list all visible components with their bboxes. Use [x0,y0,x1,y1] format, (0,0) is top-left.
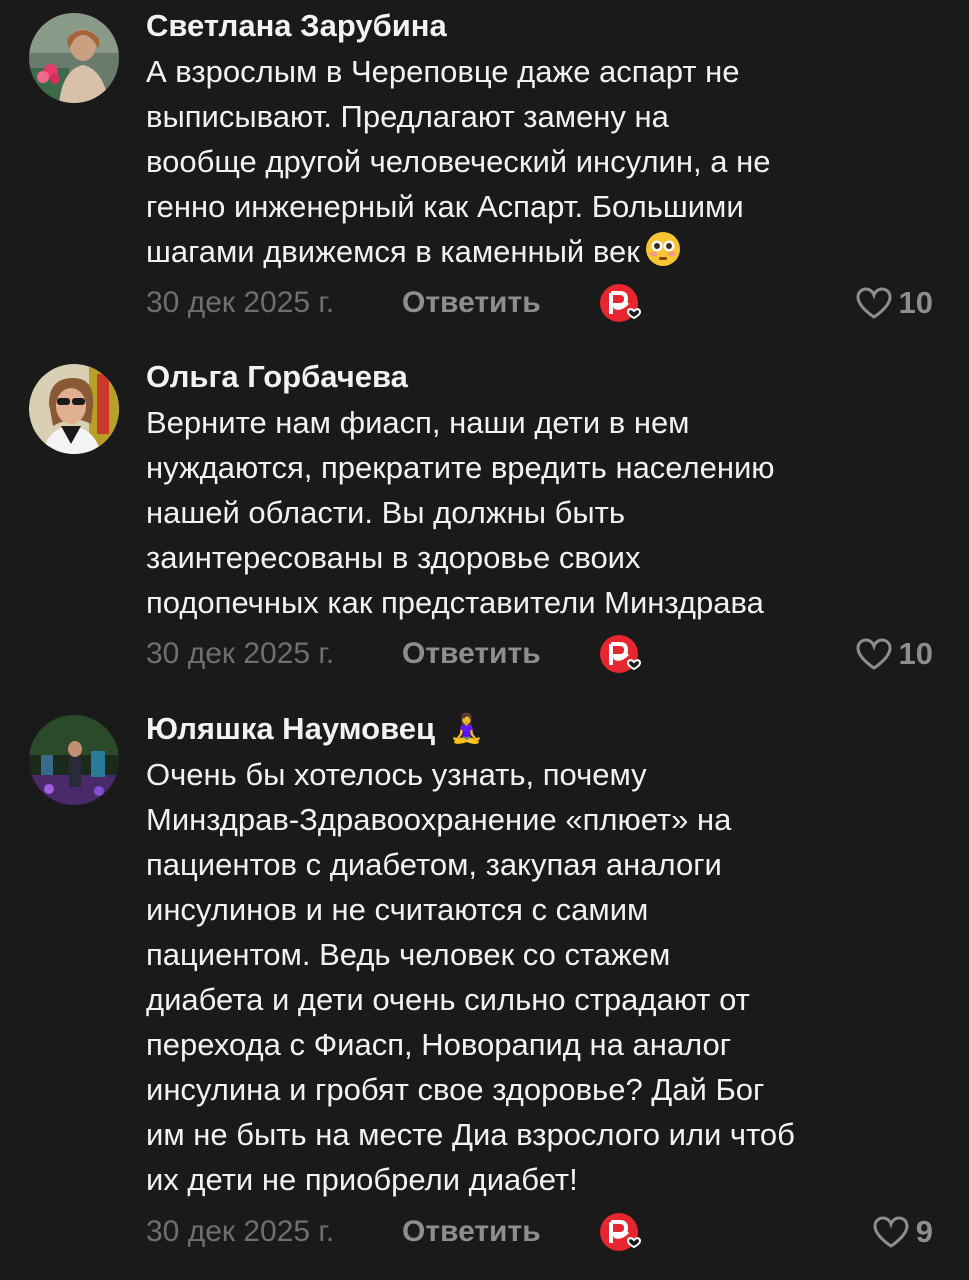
reply-button[interactable]: Ответить [402,637,598,671]
reply-button[interactable]: Ответить [402,1215,598,1249]
comment-text-line: подопечных как представители Минздрава [146,585,764,620]
add-reaction-icon [600,1213,642,1251]
reply-button[interactable]: Ответить [402,286,598,320]
comment-meta: 30 дек 2025 г. Ответить 10 [146,632,933,676]
comment-date: 30 дек 2025 г. [146,286,335,319]
comment-text-line: выписывают. Предлагают замену на [146,99,669,134]
avatar[interactable] [29,715,119,805]
avatar-image [29,13,119,103]
comment-text-line: генно инженерный как Аспарт. Большими [146,189,744,224]
comment-text-line: им не быть на месте Диа взрослого или чт… [146,1117,795,1152]
comment-text-line: инсулина и гробят свое здоровье? Дай Бог [146,1072,765,1107]
comment-text-line: нашей области. Вы должны быть [146,495,626,530]
comment-text-line: вообще другой человеческий инсулин, а не [146,144,771,179]
add-reaction-icon [600,635,642,673]
comment-author[interactable]: Светлана Зарубина [146,6,933,46]
comment-text-line: пациентов с диабетом, закупая аналоги [146,847,722,882]
avatar[interactable] [29,13,119,103]
author-name[interactable]: Светлана Зарубина [146,6,447,46]
comment-text: Верните нам фиасп, наши дети в нем нужда… [146,400,933,625]
comment-text: Очень бы хотелось узнать, почему Минздра… [146,752,933,1202]
like-button[interactable]: 10 [855,632,933,676]
comment-text-line: пациентом. Ведь человек со стажем [146,937,671,972]
comment-meta: 30 дек 2025 г. Ответить 9 [146,1210,933,1254]
comment-author[interactable]: Юляшка Наумовец 🧘‍♀️ [146,709,933,749]
comment-text-line: шагами движемся в каменный век [146,234,640,269]
heart-outline-icon [873,1216,909,1248]
comment-text-line: А взрослым в Череповце даже аспарт не [146,54,740,89]
comment-text-line: Минздрав-Здравоохранение «плюет» на [146,802,732,837]
comment-meta: 30 дек 2025 г. Ответить 10 [146,281,933,325]
comment-text-line: их дети не приобрели диабет! [146,1162,578,1197]
comment-date: 30 дек 2025 г. [146,1215,335,1248]
like-button[interactable]: 10 [855,281,933,325]
comment-text-line: диабета и дети очень сильно страдают от [146,982,750,1017]
like-count: 10 [898,285,933,320]
author-name[interactable]: Юляшка Наумовец [146,709,435,749]
avatar-image [29,715,119,805]
flushed-face-emoji-icon [644,230,682,268]
add-reaction-button[interactable] [598,281,654,325]
comment-text-line: перехода с Фиасп, Новорапид на аналог [146,1027,732,1062]
comment-text-line: заинтересованы в здоровье своих [146,540,641,575]
comment-text: А взрослым в Череповце даже аспарт не вы… [146,49,933,274]
like-button[interactable]: 9 [872,1210,933,1254]
add-reaction-icon [600,284,642,322]
comment-text-line: Верните нам фиасп, наши дети в нем [146,405,690,440]
add-reaction-button[interactable] [598,632,654,676]
comment-text-line: Очень бы хотелось узнать, почему [146,757,647,792]
avatar[interactable] [29,364,119,454]
person-in-lotus-position-emoji: 🧘‍♀️ [449,713,484,744]
comment-text-line: инсулинов и не считаются с самим [146,892,649,927]
like-count: 10 [898,636,933,671]
avatar-image [29,364,119,454]
comment-author[interactable]: Ольга Горбачева [146,357,933,397]
add-reaction-button[interactable] [598,1210,654,1254]
comment-text-line: нуждаются, прекратите вредить населению [146,450,775,485]
heart-outline-icon [856,287,892,319]
comment-text-line-last: шагами движемся в каменный век [146,229,933,274]
like-count: 9 [915,1214,933,1249]
comment-date: 30 дек 2025 г. [146,637,335,670]
author-name[interactable]: Ольга Горбачева [146,357,408,397]
heart-outline-icon [856,638,892,670]
